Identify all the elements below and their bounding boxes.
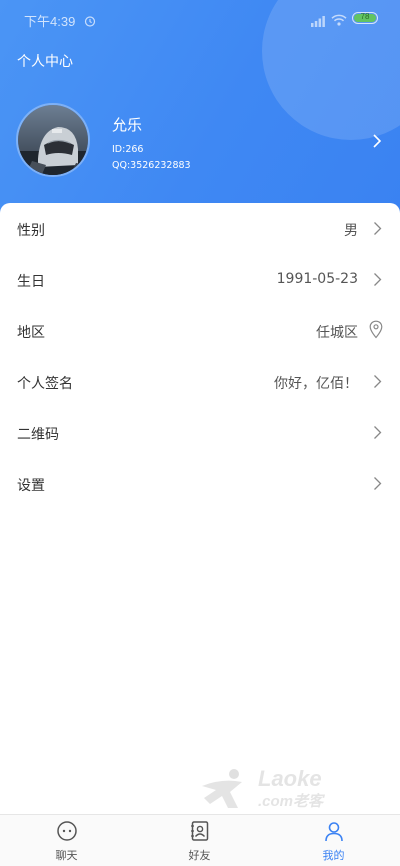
user-qq: QQ:3526232883 (112, 160, 191, 171)
wifi-icon (331, 11, 347, 30)
avatar[interactable] (16, 103, 90, 177)
location-pin-icon (369, 320, 383, 343)
contacts-icon (133, 820, 266, 842)
page-title: 个人中心 (17, 54, 73, 70)
profile-card[interactable]: 允乐 ID:266 QQ:3526232883 (0, 100, 400, 184)
alarm-icon (84, 12, 96, 31)
battery-level: 78 (360, 12, 370, 21)
chat-icon (0, 820, 133, 842)
row-qrcode[interactable]: 二维码 (0, 407, 400, 458)
chevron-right-icon[interactable] (372, 133, 382, 153)
chevron-right-icon (373, 272, 382, 291)
tab-label: 聊天 (55, 849, 78, 862)
chevron-right-icon (373, 425, 382, 444)
settings-list: 性别 男 生日 1991-05-23 地区 任城区 个人签名 你好，亿佰！ 二维… (0, 203, 400, 815)
tab-friends[interactable]: 好友 (133, 815, 266, 866)
row-value: 你好，亿佰！ (274, 376, 358, 392)
row-label: 地区 (17, 325, 45, 341)
watermark-logo: Laoke .com老客 (196, 764, 356, 816)
watermark-sub: .com老客 (258, 792, 326, 810)
row-label: 性别 (17, 223, 45, 239)
row-value: 男 (344, 223, 358, 239)
row-label: 生日 (17, 274, 45, 290)
user-id: ID:266 (112, 144, 144, 155)
row-value: 1991-05-23 (276, 271, 358, 287)
user-name: 允乐 (112, 116, 143, 134)
row-birthday[interactable]: 生日 1991-05-23 (0, 254, 400, 305)
chevron-right-icon (373, 374, 382, 393)
row-signature[interactable]: 个人签名 你好，亿佰！ (0, 356, 400, 407)
user-icon (267, 820, 400, 842)
chevron-right-icon (373, 476, 382, 495)
profile-header: 下午4:39 78 个人中心 允乐 ID:266 QQ:3526232883 (0, 0, 400, 232)
row-label: 个人签名 (17, 376, 73, 392)
watermark-brand: Laoke (258, 766, 322, 791)
tab-label: 好友 (188, 849, 211, 862)
chevron-right-icon (373, 221, 382, 240)
row-settings[interactable]: 设置 (0, 458, 400, 509)
row-label: 设置 (17, 478, 45, 494)
row-label: 二维码 (17, 427, 59, 443)
row-region[interactable]: 地区 任城区 (0, 305, 400, 356)
tab-label: 我的 (322, 849, 345, 862)
status-time: 下午4:39 (24, 14, 76, 29)
status-bar: 下午4:39 78 (0, 0, 400, 36)
row-value: 任城区 (316, 325, 358, 341)
bottom-tab-bar: 聊天 好友 我的 (0, 814, 400, 866)
tab-chat[interactable]: 聊天 (0, 815, 133, 866)
tab-me[interactable]: 我的 (267, 815, 400, 866)
row-gender[interactable]: 性别 男 (0, 203, 400, 254)
battery-icon: 78 (352, 12, 378, 24)
signal-icon (311, 12, 325, 31)
